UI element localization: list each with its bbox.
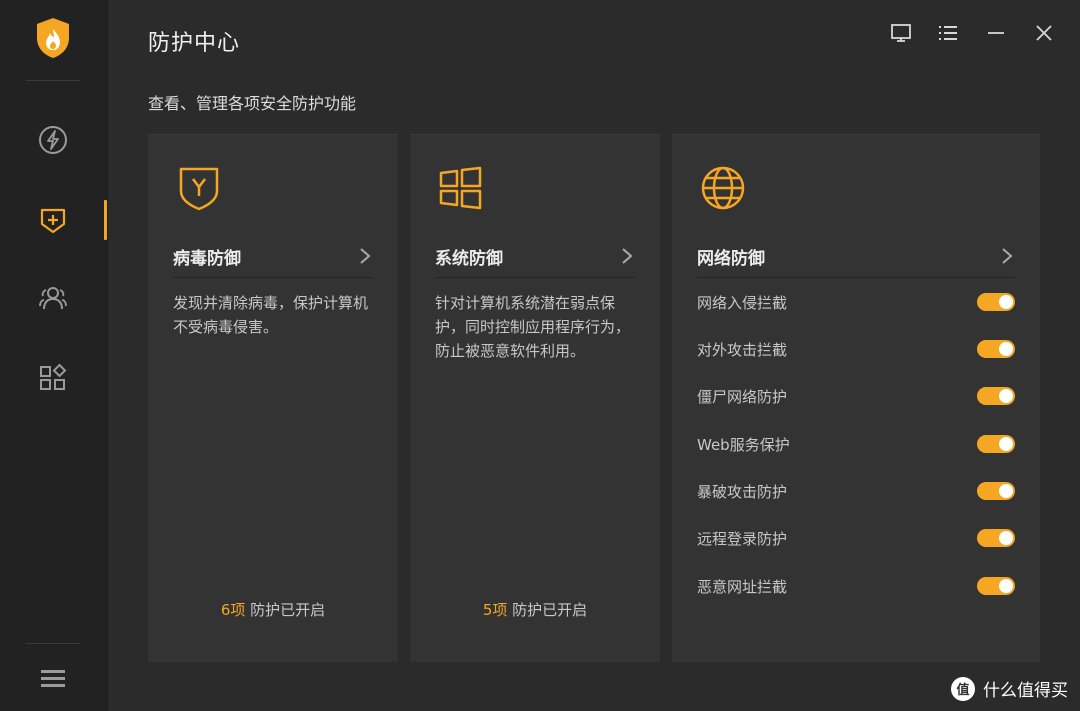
minimize-icon [988, 32, 1004, 34]
watermark-text: 什么值得买 [983, 681, 1068, 701]
toggle-knob [999, 389, 1013, 403]
active-indicator [104, 200, 107, 240]
protection-count: 5项 [482, 601, 508, 619]
hamburger-menu-icon [41, 670, 65, 687]
toggle-label: 暴破攻击防护 [697, 482, 788, 501]
toggle-row: 网络入侵拦截 [697, 290, 1015, 314]
card-title: 系统防御 [435, 248, 503, 269]
sidebar [0, 0, 108, 711]
minimize-button[interactable] [983, 20, 1009, 46]
menu-button[interactable] [935, 20, 961, 46]
toggle-knob [999, 342, 1013, 356]
card-status: 5项 防护已开启 [410, 599, 660, 620]
protection-status-text: 防护已开启 [250, 601, 326, 619]
watermark-logo-icon: 值 [951, 676, 975, 701]
card-header-system[interactable]: 系统防御 [435, 235, 635, 278]
card-title: 病毒防御 [173, 248, 241, 269]
sidebar-item-speedup[interactable] [33, 120, 73, 160]
card-description: 发现并清除病毒，保护计算机不受病毒侵害。 [173, 294, 369, 336]
toggle-label: Web服务保护 [697, 435, 790, 454]
close-button[interactable] [1031, 20, 1057, 46]
toggle-row: 僵尸网络防护 [697, 384, 1015, 408]
watermark: 值 什么值得买 [951, 676, 1068, 701]
toggle-switch[interactable] [977, 482, 1015, 500]
sidebar-item-protection[interactable] [33, 200, 73, 240]
chevron-right-icon [1002, 248, 1013, 264]
toggle-label: 网络入侵拦截 [697, 293, 788, 312]
toggle-knob [999, 484, 1013, 498]
card-network-defense[interactable]: 网络防御 网络入侵拦截 对外攻击拦截 僵尸网络防护 Web服务保护 暴破攻击防护… [672, 134, 1040, 662]
users-icon [39, 287, 67, 310]
toggle-switch[interactable] [977, 577, 1015, 595]
toggle-label: 远程登录防护 [697, 529, 788, 548]
feedback-button[interactable] [888, 20, 914, 46]
page-subtitle: 查看、管理各项安全防护功能 [148, 94, 357, 113]
toggle-label: 对外攻击拦截 [697, 340, 788, 359]
globe-icon [700, 165, 746, 211]
card-system-defense[interactable]: 系统防御 针对计算机系统潜在弱点保护，同时控制应用程序行为，防止被恶意软件利用。… [410, 134, 660, 662]
protection-count: 6项 [220, 601, 246, 619]
card-title: 网络防御 [697, 248, 765, 269]
close-icon [1036, 25, 1052, 41]
bolt-icon [39, 126, 67, 154]
toggle-switch[interactable] [977, 529, 1015, 547]
toggle-knob [999, 295, 1013, 309]
sidebar-divider [26, 80, 80, 81]
toggle-row: 恶意网址拦截 [697, 574, 1015, 598]
windows-icon [438, 165, 484, 211]
sidebar-item-users[interactable] [33, 278, 73, 318]
menu-list-icon [939, 26, 957, 40]
sidebar-divider [26, 643, 80, 644]
chevron-right-icon [622, 248, 633, 264]
toggle-row: Web服务保护 [697, 432, 1015, 456]
chevron-right-icon [360, 248, 371, 264]
card-status: 6项 防护已开启 [148, 599, 398, 620]
app-logo-icon [33, 16, 73, 60]
toggle-label: 恶意网址拦截 [697, 577, 788, 596]
toggle-switch[interactable] [977, 387, 1015, 405]
card-description: 针对计算机系统潜在弱点保护，同时控制应用程序行为，防止被恶意软件利用。 [435, 294, 631, 360]
protection-status-text: 防护已开启 [512, 601, 588, 619]
card-virus-defense[interactable]: 病毒防御 发现并清除病毒，保护计算机不受病毒侵害。 6项 防护已开启 [148, 134, 398, 662]
toggle-knob [999, 437, 1013, 451]
toggle-knob [999, 531, 1013, 545]
toggle-switch[interactable] [977, 293, 1015, 311]
virus-shield-icon [176, 165, 222, 211]
toggle-label: 僵尸网络防护 [697, 387, 788, 406]
main-content: 防护中心 查看、管理各项安全防护功能 病毒防御 发现并清除病毒，保护计算机不受病… [108, 0, 1080, 711]
toggle-knob [999, 579, 1013, 593]
page-title: 防护中心 [148, 31, 241, 56]
toggle-switch[interactable] [977, 435, 1015, 453]
card-header-virus[interactable]: 病毒防御 [173, 235, 373, 278]
toggle-switch[interactable] [977, 340, 1015, 358]
card-header-network[interactable]: 网络防御 [697, 235, 1015, 278]
shield-plus-icon [40, 208, 66, 234]
sidebar-item-apps[interactable] [33, 358, 73, 398]
toggle-row: 对外攻击拦截 [697, 337, 1015, 361]
apps-icon [40, 363, 67, 390]
feedback-icon [891, 24, 911, 42]
sidebar-menu-button[interactable] [33, 658, 73, 698]
toggle-row: 暴破攻击防护 [697, 479, 1015, 503]
toggle-row: 远程登录防护 [697, 526, 1015, 550]
